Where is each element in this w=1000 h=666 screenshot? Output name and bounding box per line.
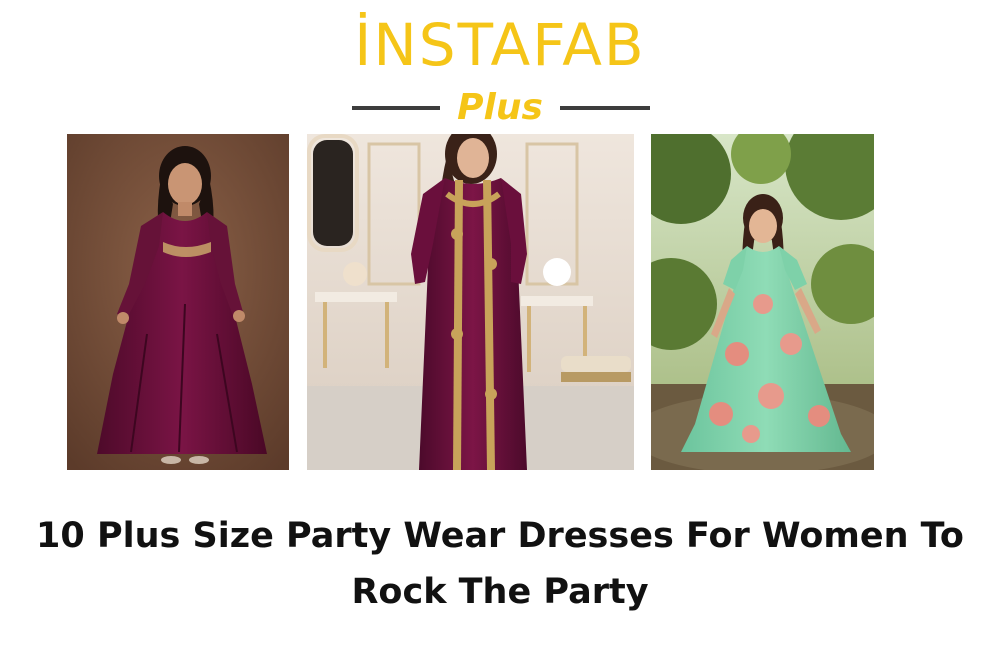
logo-plus-text: Plus (457, 87, 543, 128)
photo-wine-anarkali-illustration (67, 134, 289, 470)
article-headline: 10 Plus Size Party Wear Dresses For Wome… (20, 508, 980, 620)
photo-mint-floral-gown (651, 134, 874, 470)
photo-wine-suit-illustration (307, 134, 634, 470)
photo-wine-embroidered-suit (307, 134, 634, 470)
headline-line-2: Rock The Party (351, 572, 649, 612)
logo-left-rule (352, 106, 440, 110)
photo-wine-anarkali-gown (67, 134, 289, 470)
brand-logo: İNSTAFAB Plus (340, 10, 660, 130)
headline-line-1: 10 Plus Size Party Wear Dresses For Wome… (36, 516, 964, 556)
logo-plus-row: Plus (340, 88, 660, 128)
logo-wordmark: İNSTAFAB (354, 11, 646, 79)
logo-right-rule (560, 106, 650, 110)
photo-mint-gown-illustration (651, 134, 874, 470)
